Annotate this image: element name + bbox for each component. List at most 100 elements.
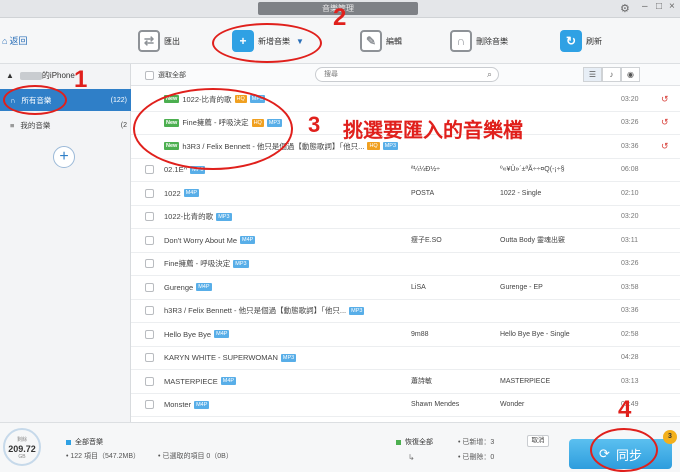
list-item[interactable]: 1022-比青的歌 MP3 03:20 bbox=[131, 206, 680, 229]
song-title-cell: Fine擁薦 - 呼吸決定 MP3 bbox=[164, 258, 249, 269]
restore-square bbox=[396, 439, 401, 445]
artist-cell: 瘦子E.SO bbox=[411, 237, 442, 245]
list-item[interactable]: h3R3 / Felix Bennett - 他只是個過【動態歌詞】「他只...… bbox=[131, 300, 680, 323]
all-music-label: 全部音樂 bbox=[75, 439, 103, 446]
delete-music-button[interactable]: ∩ 刪除音樂 bbox=[450, 30, 508, 52]
list-item[interactable]: 1022 M4P POSTA 1022 - Single 02:10 bbox=[131, 182, 680, 206]
undo-icon[interactable]: ↺ bbox=[661, 141, 669, 152]
duration-cell: 02:58 bbox=[621, 330, 639, 338]
duration-cell: 02:10 bbox=[621, 189, 639, 197]
search-placeholder: 搜尋 bbox=[324, 71, 338, 78]
artist-cell: Shawn Mendes bbox=[411, 401, 460, 409]
list-item[interactable]: Monster M4P Shawn Mendes Wonder 02:49 bbox=[131, 394, 680, 417]
song-title-cell: MASTERPIECE M4P bbox=[164, 377, 237, 386]
refresh-icon: ↻ bbox=[560, 30, 582, 52]
edit-button[interactable]: ✎ 編輯 bbox=[360, 30, 402, 52]
artist-view-icon[interactable]: ♪ bbox=[602, 67, 621, 82]
artist-cell: ª¼¼Ð½÷ bbox=[411, 166, 441, 174]
format-badge: MP3 bbox=[216, 212, 232, 221]
annotation-ring-4 bbox=[590, 428, 658, 472]
restore-all-button[interactable]: 恢復全部 bbox=[396, 437, 433, 447]
storage-unit: GB bbox=[18, 454, 26, 460]
artist-cell: 9m88 bbox=[411, 330, 429, 338]
format-badge: M4P bbox=[214, 330, 230, 339]
restore-all-label: 恢復全部 bbox=[405, 439, 433, 446]
format-badge: M4P bbox=[194, 400, 210, 409]
duration-cell: 04:28 bbox=[621, 354, 639, 362]
row-checkbox[interactable] bbox=[145, 353, 154, 363]
annotation-ring-1 bbox=[3, 85, 67, 115]
song-title-cell: Hello Bye Bye M4P bbox=[164, 329, 230, 339]
list-item[interactable]: MASTERPIECE M4P 蕭詩敏 MASTERPIECE 03:13 bbox=[131, 370, 680, 394]
annotation-number-2: 2 bbox=[333, 4, 347, 31]
format-badge: MP3 bbox=[382, 142, 398, 151]
format-badge: HQ bbox=[367, 142, 380, 151]
undo-icon[interactable]: ↺ bbox=[661, 117, 669, 128]
song-title: Gurenge bbox=[164, 282, 194, 292]
add-playlist-button[interactable]: + bbox=[53, 146, 75, 168]
list-item[interactable]: Hello Bye Bye M4P 9m88 Hello Bye Bye - Sing… bbox=[131, 323, 680, 347]
items-summary: • 122 項目（547.2MB） bbox=[66, 453, 141, 460]
sidebar-item-my-music[interactable]: ≡ 我的音樂 (2 bbox=[0, 114, 131, 136]
song-title: Hello Bye Bye bbox=[164, 329, 212, 339]
row-checkbox[interactable] bbox=[145, 329, 154, 339]
list-item[interactable]: KARYN WHITE - SUPERWOMAN MP3 04:28 bbox=[131, 347, 680, 370]
list-view-icon[interactable]: ☰ bbox=[583, 67, 602, 82]
back-button[interactable]: ⌂ 返回 bbox=[2, 34, 27, 47]
cancel-button[interactable]: 取消 bbox=[527, 435, 549, 447]
song-title: 1022 bbox=[164, 188, 181, 198]
edit-icon: ✎ bbox=[360, 30, 382, 52]
song-title-cell: Don't Worry About Me M4P bbox=[164, 236, 256, 245]
row-checkbox[interactable] bbox=[145, 282, 154, 292]
close-icon[interactable]: × bbox=[669, 1, 675, 12]
list-item[interactable]: Fine擁薦 - 呼吸決定 MP3 03:26 bbox=[131, 253, 680, 276]
format-badge: M4P bbox=[220, 377, 237, 386]
selected-summary: • 已選取的項目 0（0B） bbox=[158, 453, 233, 460]
album-view-icon[interactable]: ◉ bbox=[621, 67, 640, 82]
format-badge: MP3 bbox=[233, 259, 249, 268]
minimize-icon[interactable]: – bbox=[642, 1, 648, 12]
song-title-cell: 1022 M4P bbox=[164, 189, 199, 198]
device-name: 的iPhone bbox=[41, 71, 75, 80]
annotation-number-4: 4 bbox=[618, 396, 632, 423]
row-checkbox[interactable] bbox=[145, 376, 154, 386]
refresh-button[interactable]: ↻ 刷新 bbox=[560, 30, 602, 52]
device-header[interactable]: ▲ 的iPhone bbox=[6, 70, 75, 81]
undo-icon[interactable]: ↺ bbox=[661, 94, 669, 105]
maximize-icon[interactable]: □ bbox=[656, 1, 662, 12]
playlist-icon: ≡ bbox=[10, 120, 15, 130]
duration-cell: 03:36 bbox=[621, 142, 639, 150]
duration-cell: 03:26 bbox=[621, 260, 639, 268]
home-icon: ⌂ bbox=[2, 35, 8, 46]
row-checkbox[interactable] bbox=[145, 306, 154, 316]
song-title-cell: h3R3 / Felix Bennett - 他只是個過【動態歌詞】「他只...… bbox=[164, 305, 365, 316]
view-switcher: ☰ ♪ ◉ bbox=[583, 67, 640, 82]
song-title-cell: KARYN WHITE - SUPERWOMAN MP3 bbox=[164, 353, 297, 362]
list-header: 選取全部 搜尋 ⌕ ☰ ♪ ◉ bbox=[131, 64, 680, 86]
search-input[interactable]: 搜尋 ⌕ bbox=[315, 67, 499, 82]
annotation-ring-3 bbox=[133, 88, 293, 170]
back-label: 返回 bbox=[9, 36, 28, 46]
return-arrow-icon: ↳ bbox=[408, 453, 415, 462]
row-checkbox[interactable] bbox=[145, 400, 154, 410]
row-checkbox[interactable] bbox=[145, 165, 154, 175]
row-checkbox[interactable] bbox=[145, 188, 154, 198]
list-item[interactable]: Don't Worry About Me M4P 瘦子E.SO Outta Body … bbox=[131, 229, 680, 253]
annotation-caption: 挑選要匯入的音樂檔 bbox=[343, 120, 523, 142]
gear-icon[interactable]: ⚙ bbox=[620, 2, 630, 15]
row-checkbox[interactable] bbox=[145, 235, 154, 245]
annotation-number-3: 3 bbox=[308, 112, 321, 137]
export-icon: ⇄ bbox=[138, 30, 160, 52]
album-cell: Hello Bye Bye - Single bbox=[500, 330, 570, 338]
select-all-checkbox[interactable] bbox=[145, 70, 154, 80]
song-title-cell: 1022-比青的歌 MP3 bbox=[164, 211, 232, 222]
headphones-icon: ∩ bbox=[450, 30, 472, 52]
search-icon[interactable]: ⌕ bbox=[487, 68, 492, 81]
export-button[interactable]: ⇄ 匯出 bbox=[138, 30, 180, 52]
row-checkbox[interactable] bbox=[145, 259, 154, 269]
album-cell: MASTERPIECE bbox=[500, 377, 551, 385]
row-checkbox[interactable] bbox=[145, 212, 154, 222]
select-all[interactable]: 選取全部 bbox=[145, 70, 186, 80]
album-cell: º«¥Û»´±ªÃ÷÷¤Q(-¡÷§ bbox=[500, 166, 565, 174]
list-item[interactable]: Gurenge M4P LiSA Gurenge - EP 03:58 bbox=[131, 276, 680, 300]
